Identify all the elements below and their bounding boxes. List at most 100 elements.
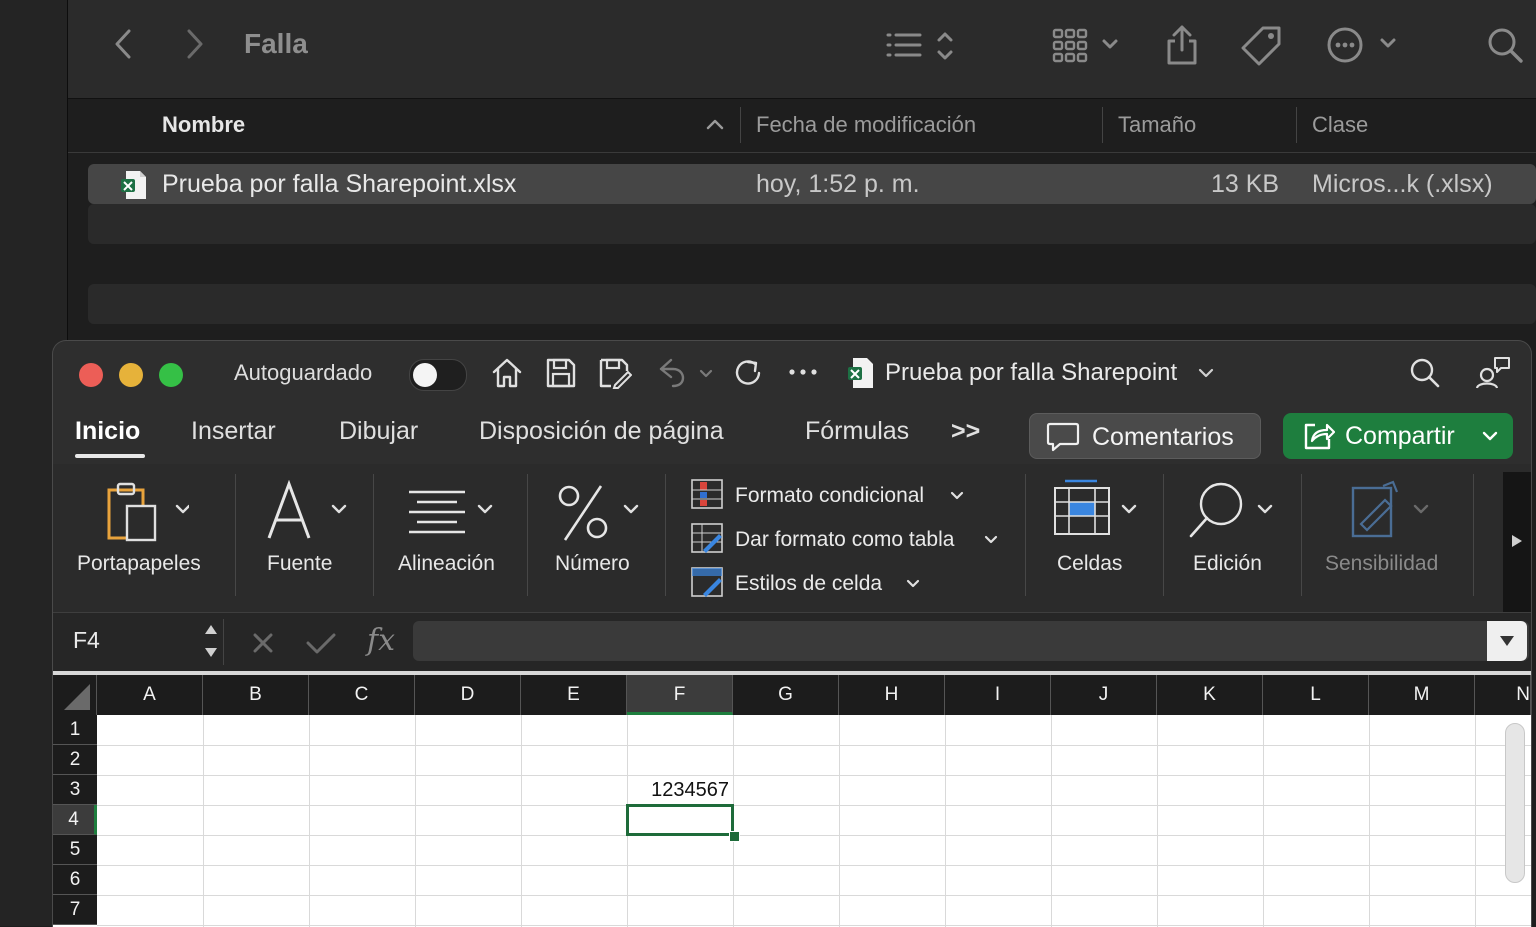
column-header-d[interactable]: D (415, 675, 521, 715)
clipboard-icon[interactable] (105, 480, 189, 544)
row-header-3[interactable]: 3 (53, 775, 97, 805)
column-header-m[interactable]: M (1369, 675, 1475, 715)
column-header-i[interactable]: I (945, 675, 1051, 715)
row-header-5[interactable]: 5 (53, 835, 97, 865)
sheet-grid[interactable]: A B C D E F G H I J K L M N 1 2 3 4 5 6 … (53, 671, 1531, 927)
comment-icon (1046, 422, 1080, 452)
percent-icon[interactable] (557, 480, 641, 544)
column-header-h[interactable]: H (839, 675, 945, 715)
back-icon[interactable] (112, 28, 134, 60)
search-icon[interactable] (1486, 26, 1526, 66)
account-icon[interactable] (1475, 355, 1511, 391)
row-header-6[interactable]: 6 (53, 865, 97, 895)
selected-cell-f4[interactable] (626, 804, 734, 836)
row-header-7[interactable]: 7 (53, 895, 97, 925)
sensitivity-icon[interactable] (1349, 480, 1433, 544)
column-size-header[interactable]: Tamaño (1118, 112, 1196, 138)
search-icon[interactable] (1409, 357, 1441, 389)
ribbon: Portapapeles Fuente Alineación Número Fo… (53, 464, 1531, 612)
save-icon[interactable] (545, 357, 577, 389)
chevron-down-icon (983, 535, 999, 545)
column-header-f[interactable]: F (627, 675, 733, 715)
formula-input[interactable] (413, 621, 1529, 661)
editing-label: Edición (1193, 552, 1262, 575)
conditional-format-button[interactable]: Formato condicional (735, 484, 924, 508)
empty-row-stripe (88, 284, 1536, 324)
cancel-icon[interactable] (251, 631, 275, 655)
column-header-g[interactable]: G (733, 675, 839, 715)
column-header-c[interactable]: C (309, 675, 415, 715)
tab-formulas[interactable]: Fórmulas (805, 417, 909, 446)
list-view-icon[interactable] (886, 30, 958, 64)
share-icon (1303, 421, 1335, 451)
column-header-b[interactable]: B (203, 675, 309, 715)
tab-disposicion[interactable]: Disposición de página (479, 417, 724, 446)
font-label: Fuente (267, 552, 333, 575)
excel-doc-icon (847, 357, 875, 389)
file-row[interactable]: Prueba por falla Sharepoint.xlsx hoy, 1:… (88, 164, 1536, 204)
zoom-window-button[interactable] (159, 363, 183, 387)
autosave-toggle[interactable] (409, 359, 467, 391)
ribbon-divider (235, 474, 236, 596)
document-title[interactable]: Prueba por falla Sharepoint (885, 359, 1177, 387)
row-header-1[interactable]: 1 (53, 715, 97, 745)
fill-handle[interactable] (729, 831, 740, 842)
cell-f3[interactable]: 1234567 (627, 775, 729, 805)
stepper-icon[interactable] (203, 621, 219, 661)
column-modified-header[interactable]: Fecha de modificación (756, 112, 976, 138)
font-icon[interactable] (265, 480, 349, 544)
more-commands-icon[interactable] (788, 368, 818, 376)
gridline (309, 715, 310, 927)
name-box[interactable]: F4 (53, 613, 221, 669)
folder-title: Falla (244, 28, 308, 59)
column-divider (1102, 107, 1103, 143)
more-actions-icon[interactable] (1326, 26, 1402, 64)
cells-icon[interactable] (1053, 478, 1143, 542)
gridline (945, 715, 946, 927)
cell-styles-button[interactable]: Estilos de celda (735, 572, 882, 596)
more-tabs-button[interactable]: >> (951, 417, 980, 446)
select-all-corner[interactable] (53, 675, 97, 715)
column-kind-header[interactable]: Clase (1312, 112, 1368, 138)
vertical-scrollbar-thumb[interactable] (1505, 723, 1525, 883)
tab-inicio[interactable]: Inicio (75, 417, 140, 446)
tab-insertar[interactable]: Insertar (191, 417, 276, 446)
close-window-button[interactable] (79, 363, 103, 387)
column-header-n[interactable]: N (1475, 675, 1531, 715)
share-button[interactable]: Compartir (1283, 413, 1513, 459)
enter-check-icon[interactable] (305, 631, 337, 655)
forward-icon[interactable] (184, 28, 206, 60)
share-icon[interactable] (1166, 24, 1198, 66)
minimize-window-button[interactable] (119, 363, 143, 387)
column-header-e[interactable]: E (521, 675, 627, 715)
chevron-down-icon (905, 579, 921, 589)
tag-icon[interactable] (1240, 25, 1282, 67)
redo-icon[interactable] (733, 357, 765, 389)
tab-dibujar[interactable]: Dibujar (339, 417, 418, 446)
sort-ascending-icon (706, 117, 724, 131)
chevron-down-icon (949, 491, 965, 501)
row-header-4[interactable]: 4 (53, 805, 97, 835)
undo-icon[interactable] (655, 357, 717, 389)
column-name-header[interactable]: Nombre (162, 112, 245, 138)
column-header-k[interactable]: K (1157, 675, 1263, 715)
column-header-a[interactable]: A (97, 675, 203, 715)
group-icon[interactable] (1052, 28, 1124, 64)
expand-formula-bar-button[interactable] (1487, 621, 1527, 661)
save-as-icon[interactable] (598, 357, 632, 389)
empty-row-stripe (88, 204, 1536, 244)
format-as-table-button[interactable]: Dar formato como tabla (735, 528, 954, 552)
alignment-icon[interactable] (407, 480, 497, 544)
comments-button[interactable]: Comentarios (1029, 413, 1261, 459)
chevron-down-icon[interactable] (1197, 367, 1215, 379)
ribbon-divider (1301, 474, 1302, 596)
home-icon[interactable] (491, 357, 523, 389)
row-header-2[interactable]: 2 (53, 745, 97, 775)
column-header-l[interactable]: L (1263, 675, 1369, 715)
editing-search-icon[interactable] (1187, 480, 1277, 544)
column-header-j[interactable]: J (1051, 675, 1157, 715)
insert-function-icon[interactable]: fx (367, 623, 395, 658)
file-kind: Micros...k (.xlsx) (1312, 170, 1493, 198)
gridline (1369, 715, 1370, 927)
ribbon-scroll-right[interactable] (1503, 472, 1531, 612)
